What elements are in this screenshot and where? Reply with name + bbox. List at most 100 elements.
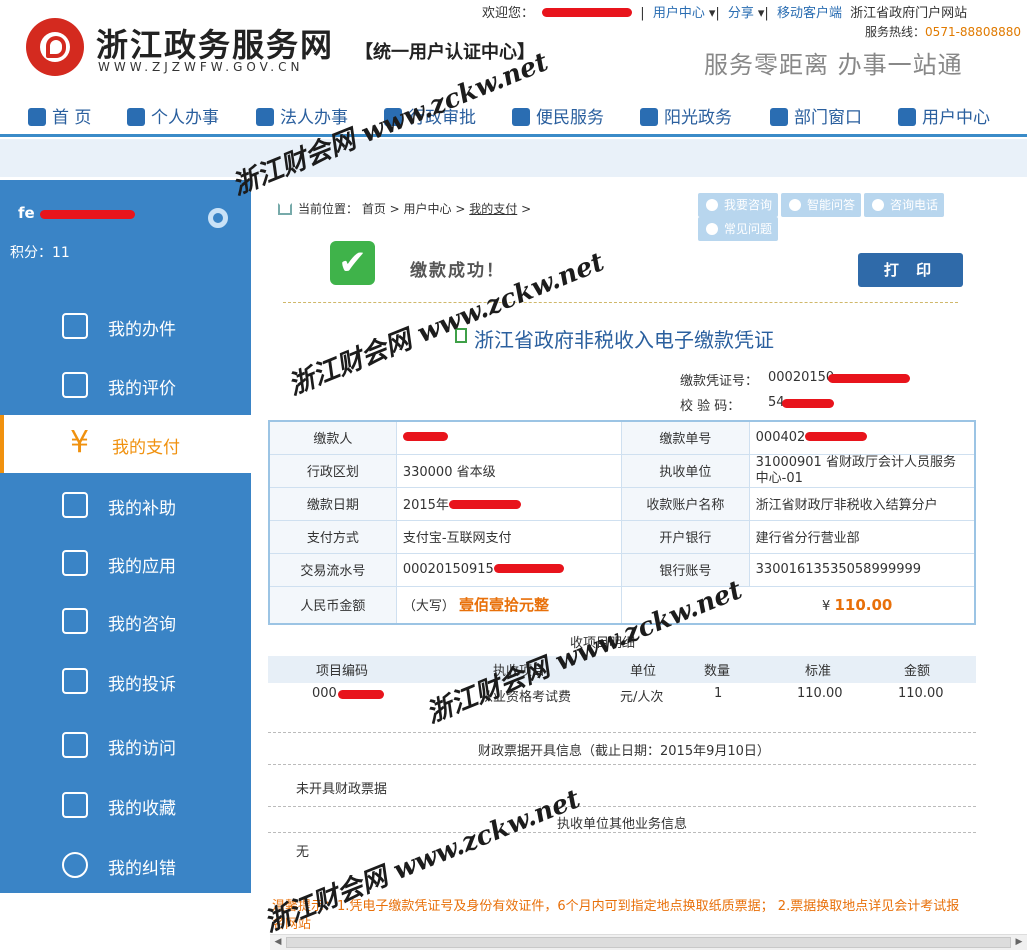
sidebar-item-corrections[interactable]: 我的纠错 (0, 836, 251, 894)
detail-unit: 元/人次 (620, 690, 664, 705)
redacted-username (542, 8, 633, 17)
value-unit: 31000901 省财政厅会计人员服务中心-01 (748, 453, 976, 488)
scroll-left-icon[interactable]: ◀ (272, 937, 284, 948)
breadcrumb-home[interactable]: 首页 (362, 202, 386, 216)
site-url: WWW.ZJZWFW.GOV.CN (98, 60, 304, 74)
divider (268, 732, 976, 733)
hotline-number: 0571-88808880 (925, 25, 1021, 39)
sidebar-item-subsidy[interactable]: 我的补助 (0, 476, 251, 534)
label-bank: 开户银行 (621, 519, 750, 554)
nav-personal[interactable]: 个人办事 (127, 103, 219, 128)
hotline-label: 服务热线： (865, 25, 926, 39)
portal-link[interactable]: 浙江省政府门户网站 (850, 6, 967, 21)
smart-qa-button[interactable]: 智能问答 (781, 193, 862, 217)
person-icon (127, 108, 145, 126)
label-account-name: 收款账户名称 (621, 486, 750, 521)
detail-code: 000 (312, 686, 337, 701)
warm-tip: 温馨提示：1.凭电子缴款凭证号及身份有效证件，6个月内可到指定地点换取纸质票据；… (272, 899, 960, 932)
hotline: 服务热线：0571-88808880 (865, 23, 1021, 40)
id-card-icon (256, 108, 274, 126)
breadcrumb-center[interactable]: 用户中心 (404, 202, 452, 216)
detail-amt: 110.00 (898, 686, 944, 701)
value-region: 330000 省本级 (395, 453, 623, 488)
detail-header: 项目编码 执收项目 单位 数量 标准 金额 (268, 656, 976, 683)
label-date: 缴款日期 (268, 486, 397, 521)
consult-button[interactable]: 我要咨询 (698, 193, 779, 217)
main-nav: 首 页 个人办事 法人办事 行政审批 便民服务 阳光政务 部门窗口 用户中心 (0, 93, 1027, 137)
nav-home[interactable]: 首 页 (28, 103, 91, 128)
voucher-number: 缴款凭证号： 00020150 (680, 370, 835, 389)
redacted-voucher (828, 374, 910, 383)
nav-department[interactable]: 部门窗口 (770, 103, 862, 128)
sidebar-item-consult[interactable]: 我的咨询 (0, 592, 251, 650)
divider (268, 832, 976, 833)
nav-user-center[interactable]: 用户中心 (898, 103, 990, 128)
top-links: 欢迎您： | 用户中心 ▾| 分享 ▾| 移动客户端 浙江省政府门户网站 (482, 6, 968, 21)
sidebar-item-reviews[interactable]: 我的评价 (0, 356, 251, 414)
label-order: 缴款单号 (621, 420, 750, 455)
mobile-link[interactable]: 移动客户端 (777, 6, 842, 21)
sidebar-item-payments[interactable]: ¥ 我的支付 (0, 415, 251, 473)
grid-icon (770, 108, 788, 126)
success-message: 缴款成功！ (410, 261, 505, 281)
nav-sunshine[interactable]: 阳光政务 (640, 103, 732, 128)
label-unit: 执收单位 (621, 453, 750, 488)
welcome-text: 欢迎您： (482, 6, 535, 21)
slogan: 服务零距离 办事一站通 (704, 51, 963, 79)
sun-icon (640, 108, 658, 126)
scroll-thumb[interactable] (286, 937, 1011, 948)
label-pay-method: 支付方式 (268, 519, 397, 554)
value-order: 000402 (748, 420, 976, 455)
sidebar-item-visits[interactable]: 我的访问 (0, 716, 251, 774)
print-button[interactable]: 打 印 (858, 253, 963, 287)
voucher-table: 缴款人 缴款单号 000402 行政区划 330000 省本级 执收单位 310… (268, 420, 976, 625)
label-serial: 交易流水号 (268, 552, 397, 587)
apps-icon (62, 550, 88, 576)
value-serial: 00020150915 (395, 552, 623, 587)
value-amount-caps: （大写） 壹佰壹拾元整 (395, 585, 623, 625)
bill-title: 财政票据开具信息（截止日期：2015年9月10日） (478, 744, 770, 759)
breadcrumb-current[interactable]: 我的支付 (469, 202, 517, 216)
sidebar-item-complaint[interactable]: 我的投诉 (0, 652, 251, 710)
label-amount: 人民币金额 (268, 585, 397, 625)
scroll-right-icon[interactable]: ▶ (1013, 937, 1025, 948)
home-icon (278, 203, 292, 215)
pen-icon (62, 668, 88, 694)
sidebar: fe 积分：11 我的办件 我的评价 ¥ 我的支付 我的补助 我的应用 我的咨询 … (0, 180, 251, 893)
service-icon (512, 108, 530, 126)
share-link[interactable]: 分享 (728, 6, 754, 21)
value-pay-method: 支付宝-互联网支付 (395, 519, 623, 554)
value-account: 33001613535058999999 (748, 552, 976, 587)
faq-button[interactable]: 常见问题 (698, 217, 779, 241)
sidebar-item-apps[interactable]: 我的应用 (0, 534, 251, 592)
detail-std: 110.00 (797, 686, 843, 701)
gear-icon[interactable] (208, 208, 228, 228)
value-bank: 建行省分行营业部 (748, 519, 976, 554)
divider (283, 302, 958, 303)
check-icon: ✔ (330, 241, 375, 285)
sidebar-item-cases[interactable]: 我的办件 (0, 297, 251, 355)
points: 积分：11 (10, 245, 70, 261)
sidebar-username: fe (18, 204, 35, 222)
breadcrumb: 当前位置： 首页 > 用户中心 > 我的支付 > (278, 200, 531, 217)
user-icon (898, 108, 916, 126)
sidebar-item-favorites[interactable]: 我的收藏 (0, 776, 251, 834)
divider (268, 764, 976, 765)
phone-button[interactable]: 咨询电话 (864, 193, 945, 217)
detail-qty: 1 (714, 686, 723, 701)
divider (268, 806, 976, 807)
label-payer: 缴款人 (268, 420, 397, 455)
value-date: 2015年 (395, 486, 623, 521)
user-center-link[interactable]: 用户中心 (653, 6, 705, 21)
label-region: 行政区划 (268, 453, 397, 488)
close-circle-icon (62, 852, 88, 878)
nav-convenience[interactable]: 便民服务 (512, 103, 604, 128)
bill-value: 未开具财政票据 (296, 782, 388, 797)
home-icon (28, 108, 46, 126)
edit-icon (62, 313, 88, 339)
horizontal-scrollbar[interactable]: ◀ ▶ (270, 934, 1027, 950)
site-logo-icon[interactable] (26, 18, 84, 76)
nav-band (0, 139, 1027, 177)
toolbar: 我要咨询 智能问答 咨询电话常见问题 (695, 193, 1027, 241)
other-value: 无 (296, 845, 310, 860)
